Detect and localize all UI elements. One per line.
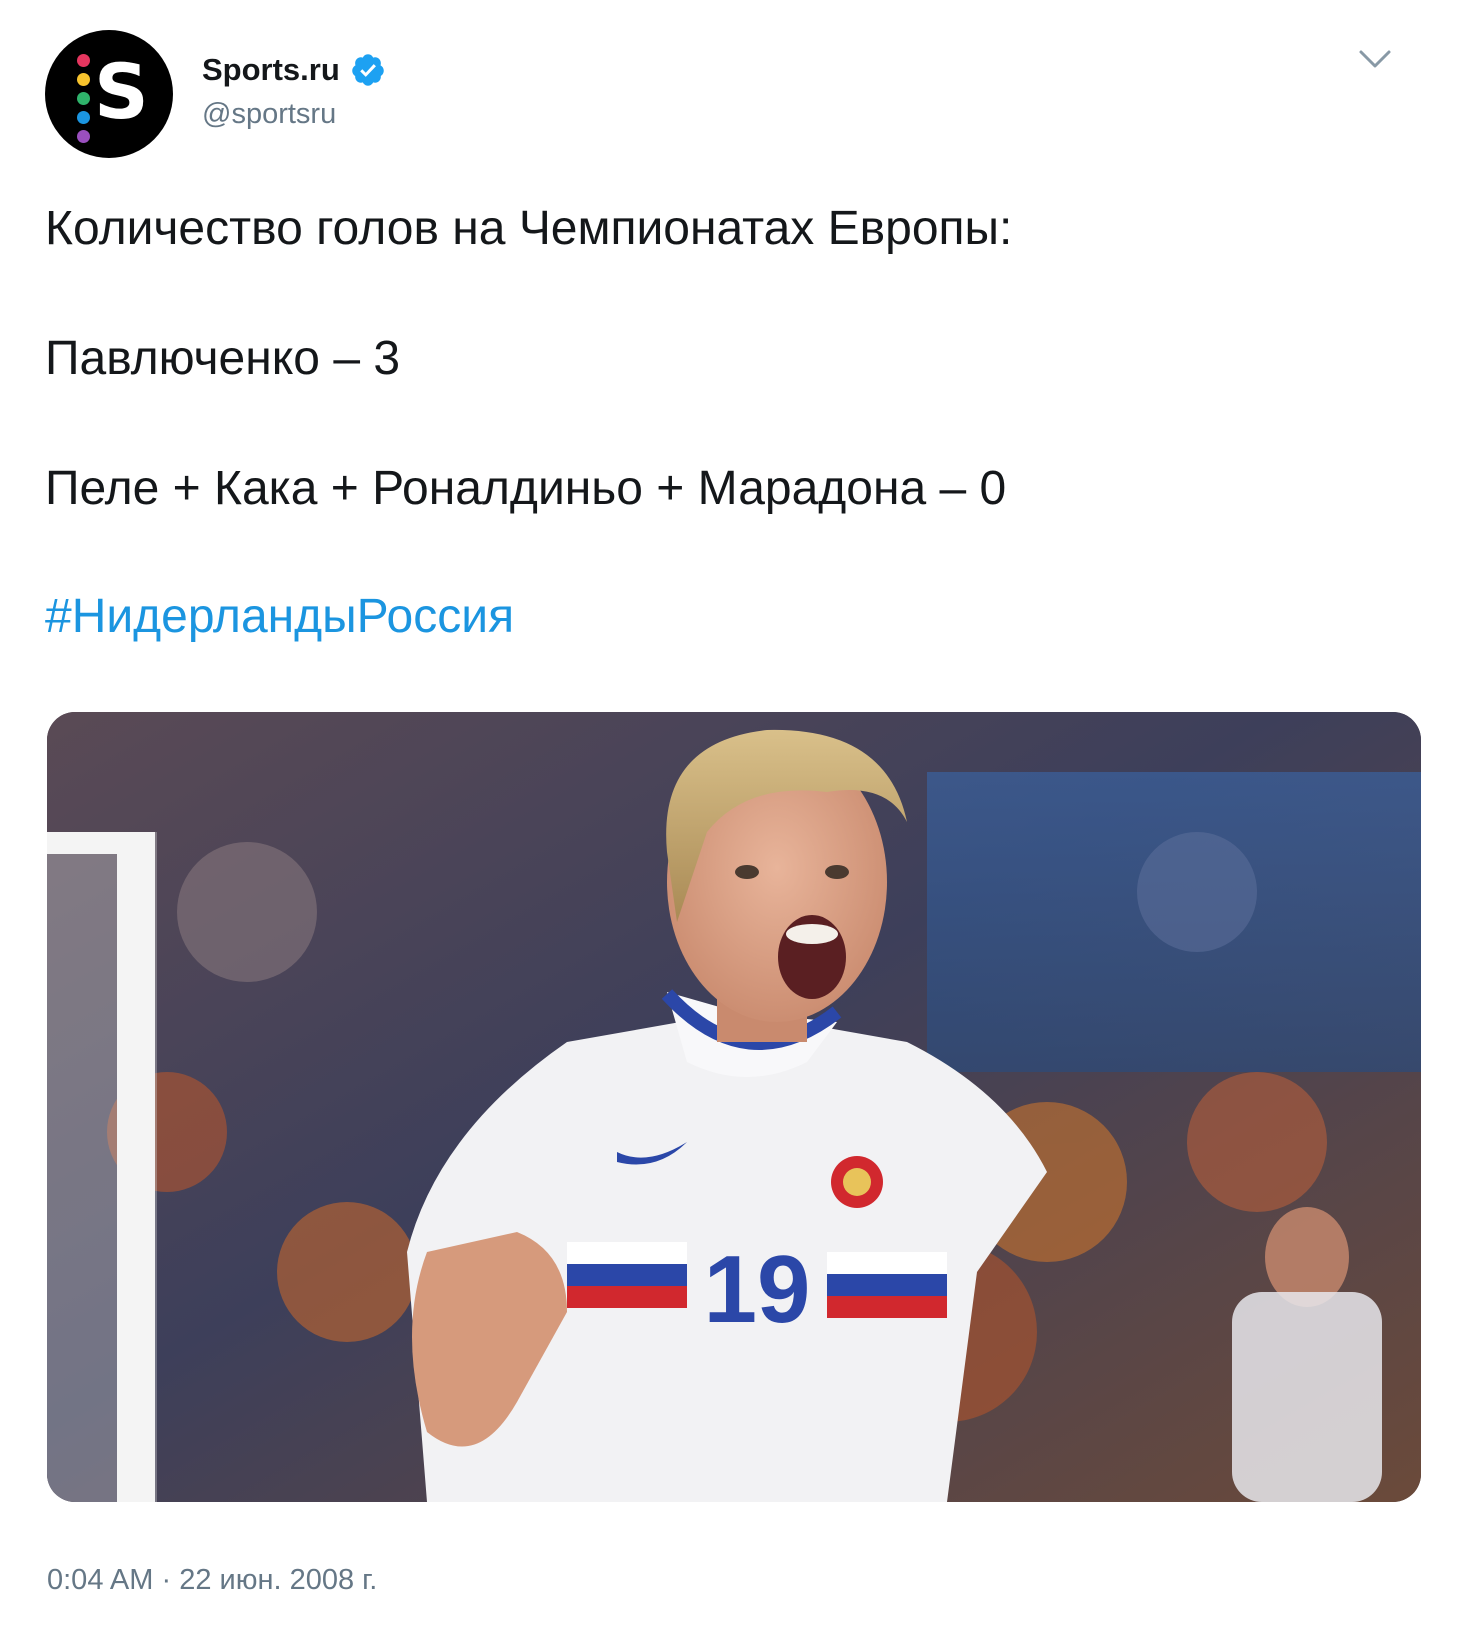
avatar-letter: S <box>94 47 149 136</box>
avatar-dot <box>77 130 90 143</box>
author-name-row[interactable]: Sports.ru <box>202 48 386 92</box>
meta-separator: · <box>161 1564 172 1596</box>
timestamp[interactable]: 0:04 AM · 22 июн. 2008 г. <box>47 1564 377 1597</box>
avatar-dot <box>77 54 90 67</box>
display-name[interactable]: Sports.ru <box>202 52 340 88</box>
tweet-time: 0:04 AM <box>47 1564 154 1596</box>
tweet-date: 22 июн. 2008 г. <box>179 1564 378 1596</box>
avatar-dot <box>77 73 90 86</box>
handle[interactable]: @sportsru <box>202 98 336 131</box>
chevron-down-icon[interactable] <box>1358 48 1392 72</box>
avatar-dot <box>77 92 90 105</box>
tweet-text-line: Пеле + Кака + Роналдиньо + Марадона – 0 <box>45 462 1007 515</box>
verified-badge-icon <box>352 54 384 86</box>
photo-illustration: 19 <box>47 712 1421 1502</box>
avatar[interactable]: S <box>45 30 173 158</box>
tweet-photo[interactable]: 19 <box>47 712 1421 1502</box>
hashtag-link[interactable]: #НидерландыРоссия <box>45 588 514 646</box>
tweet-text-line: Количество голов на Чемпионатах Европы: <box>45 202 1013 255</box>
tweet-text-line: Павлюченко – 3 <box>45 332 401 385</box>
avatar-dot <box>77 111 90 124</box>
jersey-number: 19 <box>704 1236 811 1343</box>
